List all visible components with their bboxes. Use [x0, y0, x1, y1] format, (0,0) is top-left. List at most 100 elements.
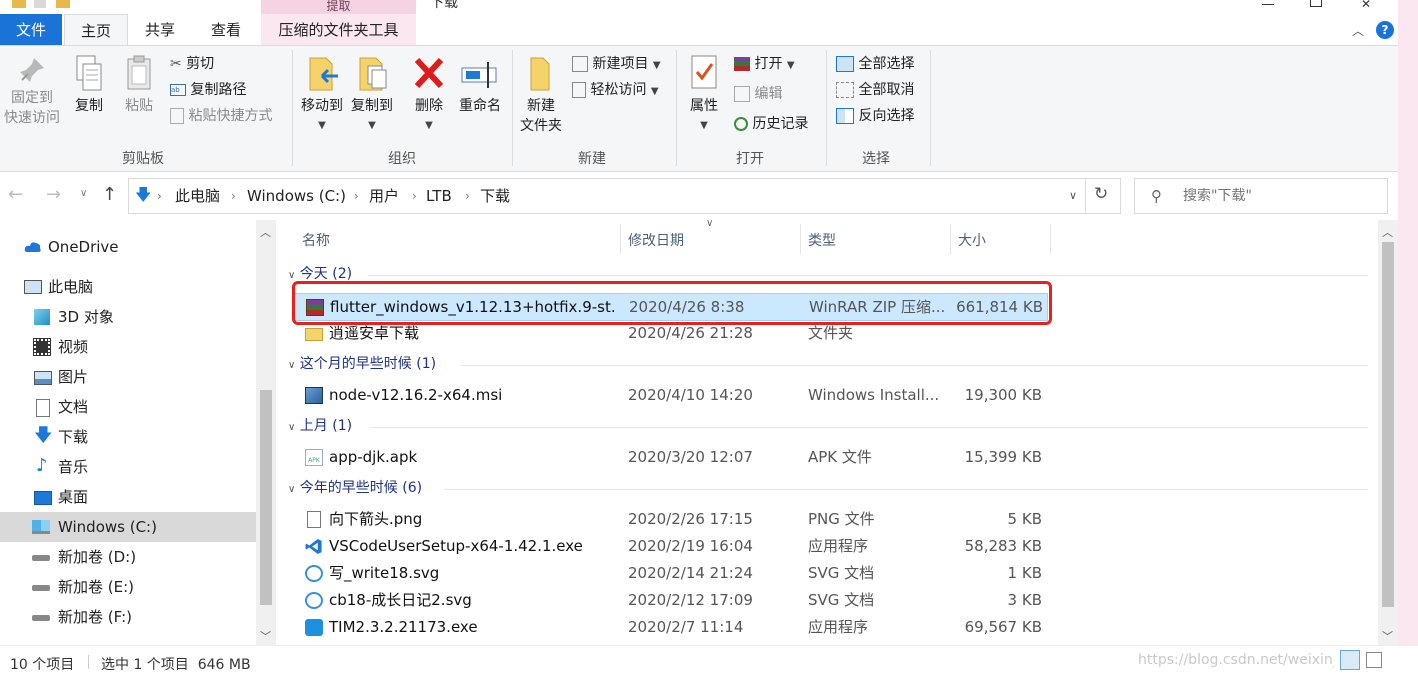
up-button[interactable]: ↑ — [102, 184, 117, 205]
cut-button[interactable]: ✂ 剪切 — [170, 53, 214, 75]
list-item[interactable]: node-v12.16.2-x64.msi 2020/4/10 14:20 Wi… — [294, 382, 1376, 408]
tab-file[interactable]: 文件 — [0, 14, 62, 46]
breadcrumb-this-pc[interactable]: 此电脑 — [175, 179, 220, 213]
back-button[interactable]: ← — [8, 184, 23, 205]
edit-button[interactable]: 编辑 — [734, 83, 782, 105]
nav-item-documents[interactable]: 文档 — [0, 392, 256, 422]
nav-item-drive-f[interactable]: 新加卷 (F:) — [0, 602, 256, 632]
breadcrumb-ltb[interactable]: LTB — [426, 179, 452, 213]
open-button[interactable]: 打开 ▼ — [734, 53, 795, 75]
select-all-icon — [836, 56, 854, 72]
nav-label: 新加卷 (D:) — [58, 548, 137, 566]
close-button[interactable]: ✕ — [1344, 0, 1388, 12]
tab-share[interactable]: 共享 — [132, 14, 188, 46]
nav-item-this-pc[interactable]: 此电脑 — [0, 272, 256, 302]
paste-shortcut-button[interactable]: 粘贴快捷方式 — [170, 105, 272, 127]
search-input[interactable] — [1181, 185, 1381, 207]
search-box[interactable]: ⚲ — [1134, 178, 1388, 214]
move-to-button[interactable]: 移动到 ▼ — [298, 54, 346, 136]
rename-button[interactable]: 重命名 — [456, 54, 504, 116]
column-separator[interactable] — [800, 224, 801, 254]
new-folder-button[interactable]: 新建 文件夹 — [516, 54, 566, 136]
scroll-thumb[interactable] — [1382, 242, 1394, 607]
easy-access-button[interactable]: 轻松访问 ▼ — [572, 79, 659, 101]
pin-quick-access-button[interactable]: 固定到 快速访问 — [0, 54, 64, 128]
nav-item-onedrive[interactable]: OneDrive — [0, 232, 256, 262]
select-none-button[interactable]: 全部取消 — [836, 79, 914, 101]
copy-button[interactable]: 复制 — [68, 54, 110, 116]
refresh-icon: ↻ — [1094, 184, 1109, 204]
scroll-up-icon[interactable]: ︿ — [260, 224, 271, 240]
select-all-button[interactable]: 全部选择 — [836, 53, 914, 75]
refresh-button[interactable]: ↻ — [1084, 178, 1121, 214]
list-item[interactable]: VSCodeUserSetup-x64-1.42.1.exe 2020/2/19… — [294, 533, 1376, 559]
copy-to-button[interactable]: 复制到 ▼ — [348, 54, 396, 136]
paste-button[interactable]: 粘贴 — [118, 54, 160, 116]
scroll-thumb[interactable] — [260, 390, 272, 605]
nav-item-music[interactable]: ♪ 音乐 — [0, 452, 256, 482]
scroll-down-icon[interactable]: ﹀ — [1382, 628, 1393, 644]
drive-icon — [32, 585, 50, 591]
scroll-up-icon[interactable]: ︿ — [1382, 224, 1393, 240]
document-icon — [36, 399, 50, 417]
list-item[interactable]: cb18-成长日记2.svg 2020/2/12 17:09 SVG 文档 3 … — [294, 587, 1376, 613]
recent-locations-icon[interactable]: ∨ — [80, 188, 87, 199]
group-header-last-month[interactable]: ∨ 上月 (1) — [288, 414, 352, 438]
column-separator[interactable] — [1050, 224, 1051, 254]
list-item[interactable]: TIM2.3.2.21173.exe 2020/2/7 11:14 应用程序 6… — [294, 614, 1376, 640]
minimize-button[interactable] — [1248, 0, 1288, 12]
tab-home[interactable]: 主页 — [64, 14, 128, 47]
copy-path-button[interactable]: ab 复制路径 — [170, 79, 246, 101]
column-header-name[interactable]: 名称 — [302, 228, 330, 254]
group-collapse-icon[interactable]: ∨ — [288, 270, 295, 281]
address-history-icon[interactable]: ∨ — [1069, 189, 1077, 202]
list-item[interactable]: 向下箭头.png 2020/2/26 17:15 PNG 文件 5 KB — [294, 506, 1376, 532]
breadcrumb-windows-c[interactable]: Windows (C:) — [247, 179, 346, 213]
nav-item-3d-objects[interactable]: 3D 对象 — [0, 302, 256, 332]
tab-compressed-folder-tools[interactable]: 压缩的文件夹工具 — [261, 14, 416, 46]
column-header-date[interactable]: 修改日期 — [628, 228, 684, 254]
tab-view[interactable]: 查看 — [196, 14, 256, 46]
nav-item-pictures[interactable]: 图片 — [0, 362, 256, 392]
nav-item-downloads[interactable]: 🡇 下载 — [0, 422, 256, 452]
details-view-button[interactable] — [1340, 650, 1360, 670]
scroll-down-icon[interactable]: ﹀ — [260, 628, 271, 644]
collapse-ribbon-icon[interactable]: ︿ — [1352, 22, 1364, 39]
breadcrumb-chevron-icon: › — [231, 189, 236, 203]
help-icon[interactable]: ? — [1376, 21, 1394, 39]
group-header-earlier-this-month[interactable]: ∨ 这个月的早些时候 (1) — [288, 352, 436, 376]
maximize-button[interactable] — [1296, 0, 1336, 12]
list-item[interactable]: 写_write18.svg 2020/2/14 21:24 SVG 文档 1 K… — [294, 560, 1376, 586]
group-collapse-icon[interactable]: ∨ — [288, 422, 295, 433]
delete-button[interactable]: 删除 ▼ — [408, 54, 450, 136]
list-item[interactable]: APK app-djk.apk 2020/3/20 12:07 APK 文件 1… — [294, 444, 1376, 470]
group-header-earlier-this-year[interactable]: ∨ 今年的早些时候 (6) — [288, 476, 422, 500]
new-item-button[interactable]: 新建项目 ▼ — [572, 53, 661, 75]
nav-item-desktop[interactable]: 桌面 — [0, 482, 256, 512]
nav-item-videos[interactable]: 视频 — [0, 332, 256, 362]
breadcrumb-chevron-icon: › — [465, 189, 470, 203]
forward-button[interactable]: → — [46, 184, 61, 205]
invert-selection-button[interactable]: 反向选择 — [836, 105, 914, 127]
column-header-type[interactable]: 类型 — [808, 228, 836, 254]
clipboard-icon — [127, 55, 151, 90]
group-collapse-icon[interactable]: ∨ — [288, 484, 295, 495]
column-separator[interactable] — [950, 224, 951, 254]
properties-label: 属性 — [690, 98, 718, 114]
column-separator[interactable] — [620, 224, 621, 254]
properties-button[interactable]: 属性 ▼ — [682, 54, 726, 136]
large-icons-view-button[interactable] — [1366, 652, 1382, 668]
breadcrumb-users[interactable]: 用户 — [369, 179, 399, 213]
list-scrollbar[interactable]: ︿ ﹀ — [1378, 220, 1398, 645]
file-name: app-djk.apk — [329, 448, 418, 466]
nav-item-drive-d[interactable]: 新加卷 (D:) — [0, 542, 256, 572]
nav-scrollbar[interactable]: ︿ ﹀ — [256, 220, 276, 645]
address-bar[interactable]: 🡇 › 此电脑 › Windows (C:) › 用户 › LTB › 下载 ∨ — [128, 178, 1086, 214]
nav-item-windows-c[interactable]: Windows (C:) — [0, 512, 256, 542]
dropdown-caret-icon: ▼ — [652, 60, 661, 71]
column-header-size[interactable]: 大小 — [958, 228, 986, 254]
group-collapse-icon[interactable]: ∨ — [288, 360, 295, 371]
history-button[interactable]: 历史记录 — [734, 113, 808, 135]
breadcrumb-downloads[interactable]: 下载 — [480, 179, 510, 213]
nav-item-drive-e[interactable]: 新加卷 (E:) — [0, 572, 256, 602]
